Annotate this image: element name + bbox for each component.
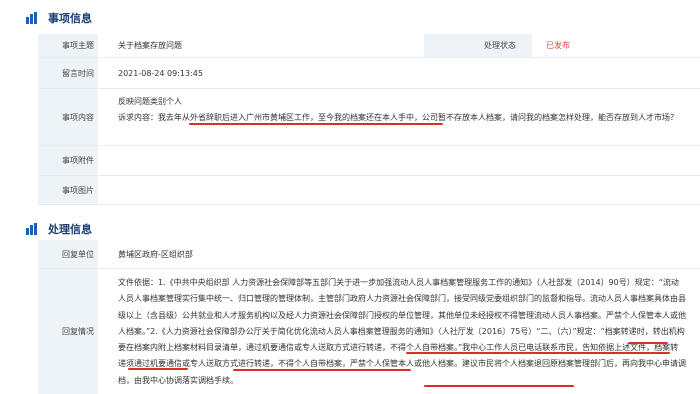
reply-label: 回复情况 bbox=[38, 269, 98, 394]
attachment-row: 事项附件 bbox=[38, 146, 700, 176]
reply-value: 文件依据：1.《中共中央组织部 人力资源社会保障部等五部门关于进一步加强流动人员… bbox=[118, 278, 686, 385]
unit-value: 黄埔区政府-区组织部 bbox=[118, 249, 193, 259]
content-category: 反映问题类别个人 bbox=[118, 97, 182, 106]
image-value bbox=[98, 176, 700, 204]
section-bars-icon bbox=[24, 11, 42, 25]
matter-section-title: 事项信息 bbox=[48, 12, 92, 25]
matter-section-header: 事项信息 bbox=[24, 9, 92, 27]
content-value: 反映问题类别个人 诉求内容：我去年从外省辞职后进入广州市黄埔区工作，至今我的档案… bbox=[98, 89, 700, 145]
highlight-underline bbox=[406, 352, 670, 354]
attachment-value bbox=[98, 146, 700, 175]
highlight-underline bbox=[233, 369, 411, 371]
highlight-underline bbox=[424, 385, 574, 387]
status-label: 处理状态 bbox=[424, 34, 532, 57]
unit-label: 回复单位 bbox=[38, 240, 98, 268]
highlight-underline bbox=[128, 368, 188, 370]
time-label: 留言时间 bbox=[38, 58, 98, 88]
highlight-underline bbox=[628, 342, 668, 344]
reply-row: 回复情况 文件依据：1.《中共中央组织部 人力资源社会保障部等五部门关于进一步加… bbox=[38, 269, 700, 394]
image-row: 事项图片 bbox=[38, 176, 700, 205]
content-label: 事项内容 bbox=[38, 89, 98, 145]
time-row: 留言时间 2021-08-24 09:13:45 bbox=[38, 58, 700, 89]
highlight-underline bbox=[189, 123, 443, 125]
status-badge: 已发布 bbox=[546, 41, 570, 50]
subject-label: 事项主题 bbox=[38, 34, 98, 57]
process-section-header: 处理信息 bbox=[24, 220, 92, 238]
subject-row: 事项主题 关于档案存放问题 处理状态 已发布 bbox=[38, 34, 700, 58]
image-label: 事项图片 bbox=[38, 176, 98, 204]
section-bars-icon bbox=[24, 222, 42, 236]
unit-row: 回复单位 黄埔区政府-区组织部 bbox=[38, 240, 700, 269]
process-section-title: 处理信息 bbox=[48, 223, 92, 236]
time-value: 2021-08-24 09:13:45 bbox=[118, 68, 203, 78]
content-row: 事项内容 反映问题类别个人 诉求内容：我去年从外省辞职后进入广州市黄埔区工作，至… bbox=[38, 89, 700, 146]
subject-value: 关于档案存放问题 bbox=[118, 41, 182, 50]
attachment-label: 事项附件 bbox=[38, 146, 98, 175]
